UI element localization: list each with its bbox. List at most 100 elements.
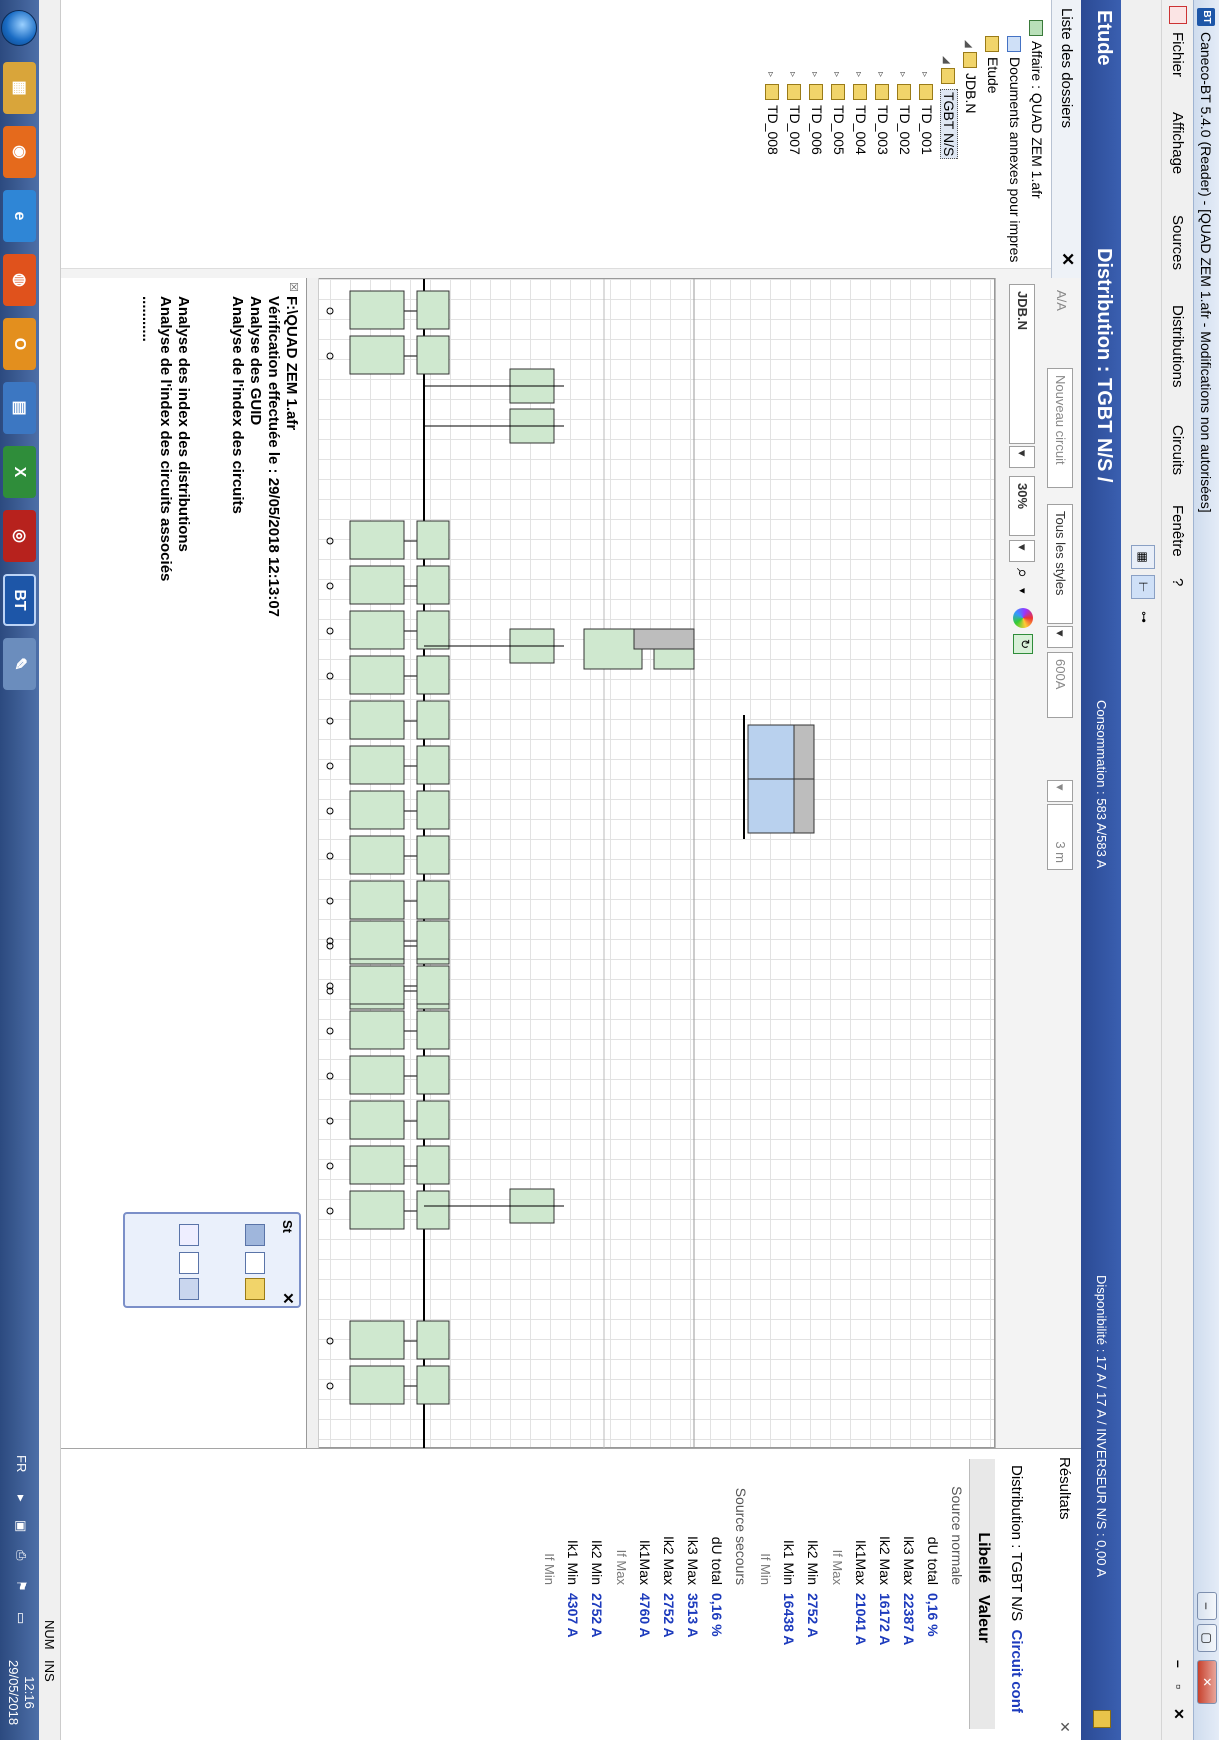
zoom-dropdown-icon[interactable]: ▾ [1009, 540, 1035, 562]
circuit-conf-link[interactable]: Circuit conf [1008, 1630, 1025, 1713]
language-indicator[interactable]: FR [14, 1455, 29, 1472]
tree-view-icon[interactable]: ⊶ [1131, 605, 1155, 629]
menu-sources[interactable]: Sources [1169, 215, 1186, 270]
menu-affichage[interactable]: Affichage [1169, 112, 1186, 174]
schematic-canvas[interactable] [309, 278, 995, 1449]
volume-icon[interactable]: ▭ [13, 1612, 29, 1624]
result-label: Ik3 Max [685, 1535, 701, 1585]
autocad-taskbar-icon[interactable]: ◎ [3, 510, 36, 562]
copy-icon[interactable] [245, 1224, 265, 1246]
circuit-box [349, 1145, 405, 1185]
tree-item[interactable]: Affaire : QUAD ZEM 1.afr [1025, 8, 1045, 199]
maximize-button[interactable]: ▢ [1197, 1624, 1217, 1652]
terminal-symbol [326, 852, 334, 860]
flag-icon[interactable]: ⚑ [13, 1580, 29, 1592]
expand-icon[interactable]: ▹ [897, 72, 908, 84]
folder-icon[interactable] [245, 1278, 265, 1300]
firefox-taskbar-icon[interactable]: ◍ [3, 254, 36, 306]
tool-palette[interactable]: St ✕ [123, 1212, 301, 1308]
tree-item[interactable]: ▹ TD_006 [805, 72, 825, 155]
expand-icon[interactable]: ▹ [875, 72, 886, 84]
zoom-select[interactable]: 30% [1009, 476, 1035, 536]
tree-item[interactable]: ▹ TD_002 [893, 72, 913, 155]
tree-scrollbar[interactable] [0, 268, 1051, 278]
network-icon[interactable]: ▣ [13, 1520, 29, 1532]
tree-item[interactable]: ▹ TD_003 [871, 72, 891, 155]
tree-item[interactable]: Etude [981, 24, 1001, 94]
search-dropdown-icon[interactable]: ▾ [1016, 588, 1029, 594]
document-icon[interactable] [1169, 6, 1187, 24]
tree-item[interactable]: ▹ TD_007 [783, 72, 803, 155]
caneco-bt-taskbar-icon[interactable]: BT [3, 574, 36, 626]
expand-icon[interactable]: ▹ [919, 72, 930, 84]
mdi-minimize-button[interactable]: – [1171, 1660, 1187, 1668]
tree-item[interactable]: Documents annexes pour impres [1003, 24, 1023, 262]
remote-desktop-taskbar-icon[interactable]: ▤ [3, 382, 36, 434]
style-select[interactable]: Tous les styles [1047, 504, 1073, 624]
circuit-box [349, 700, 405, 740]
circuit-box [416, 520, 450, 560]
expand-icon[interactable]: ▹ [787, 72, 798, 84]
schema-view-icon[interactable]: ⊢ [1131, 575, 1155, 599]
expand-icon[interactable]: ◢ [963, 40, 974, 52]
results-col-value: Valeur [969, 1589, 995, 1729]
tree-item[interactable]: ◢ JDB.N [959, 40, 979, 113]
mdi-close-button[interactable]: ✕ [1170, 1708, 1187, 1720]
tray-expand-icon[interactable]: ▸ [13, 1495, 29, 1502]
explorer-taskbar-icon[interactable]: ▦ [3, 62, 36, 114]
internet-explorer-taskbar-icon[interactable]: e [3, 190, 36, 242]
color-palette-icon[interactable] [1013, 608, 1033, 628]
tree-item[interactable]: ▹ TD_001 [915, 72, 935, 155]
tree-item[interactable]: ▹ TD_008 [761, 72, 781, 155]
current-dropdown-icon[interactable]: ▾ [1047, 780, 1073, 802]
search-icon[interactable]: ⌕ [1012, 568, 1033, 578]
screen: BT Caneco-BT 5.4.0 (Reader) - [QUAD ZEM … [0, 0, 1219, 1740]
tree-item[interactable]: ▹ TD_005 [827, 72, 847, 155]
results-close-icon[interactable]: ✕ [1056, 1721, 1073, 1733]
palette-close-icon[interactable]: ✕ [279, 1292, 297, 1305]
distribution-dropdown-icon[interactable]: ▾ [1009, 446, 1035, 468]
start-button[interactable] [1, 10, 37, 46]
canvas-horizontal-scrollbar[interactable] [307, 278, 319, 1448]
printer-icon[interactable]: ⎙ [13, 1550, 29, 1560]
grid-view-icon[interactable]: ▦ [1131, 545, 1155, 569]
expand-icon[interactable]: ▹ [831, 72, 842, 84]
print-icon[interactable] [179, 1224, 199, 1246]
menu-fenetre[interactable]: Fenêtre [1169, 505, 1186, 557]
expand-icon[interactable]: ▹ [853, 72, 864, 84]
tree-item-label: TGBT N/S [940, 89, 958, 160]
style-aa-button[interactable]: A/A [1047, 284, 1073, 344]
paint-taskbar-icon[interactable]: ✎ [3, 638, 36, 690]
clock[interactable]: 12:16 29/05/2018 [5, 1660, 37, 1725]
folder-tree-close-icon[interactable]: ✕ [1057, 252, 1077, 266]
paste-icon[interactable] [245, 1252, 265, 1274]
expand-icon[interactable]: ◢ [941, 56, 952, 68]
expand-icon[interactable]: ▹ [765, 72, 776, 84]
circuit-box [416, 1010, 450, 1050]
export-icon[interactable] [179, 1278, 199, 1300]
excel-taskbar-icon[interactable]: X [3, 446, 36, 498]
preview-icon[interactable] [179, 1252, 199, 1274]
mdi-restore-button[interactable]: ▫ [1171, 1684, 1187, 1689]
results-tab[interactable]: Résultats [1056, 1457, 1073, 1520]
length-field[interactable]: 3 m [1047, 804, 1073, 870]
outlook-express-taskbar-icon[interactable]: ◉ [3, 126, 36, 178]
menu-help[interactable]: ? [1169, 578, 1186, 586]
window-titlebar[interactable]: BT Caneco-BT 5.4.0 (Reader) - [QUAD ZEM … [1193, 0, 1219, 1740]
tree-item[interactable]: ▹ TD_004 [849, 72, 869, 155]
menu-circuits[interactable]: Circuits [1169, 425, 1186, 475]
menu-fichier[interactable]: Fichier [1169, 32, 1186, 77]
tree-item[interactable]: ◢ TGBT N/S [937, 56, 958, 160]
new-circuit-button[interactable]: Nouveau circuit [1047, 368, 1073, 488]
current-field[interactable]: 600A [1047, 652, 1073, 718]
distribution-select[interactable]: JDB.N [1009, 284, 1035, 444]
outlook-taskbar-icon[interactable]: O [3, 318, 36, 370]
log-close-icon[interactable]: ☒ [287, 282, 300, 292]
menu-distributions[interactable]: Distributions [1169, 305, 1186, 388]
close-button[interactable]: ✕ [1197, 1660, 1217, 1704]
expand-icon[interactable]: ▹ [809, 72, 820, 84]
style-dropdown-icon[interactable]: ▾ [1047, 626, 1073, 648]
refresh-icon[interactable]: ↻ [1013, 634, 1033, 654]
result-label: Ik2 Min [589, 1539, 605, 1585]
minimize-button[interactable]: – [1197, 1592, 1217, 1620]
